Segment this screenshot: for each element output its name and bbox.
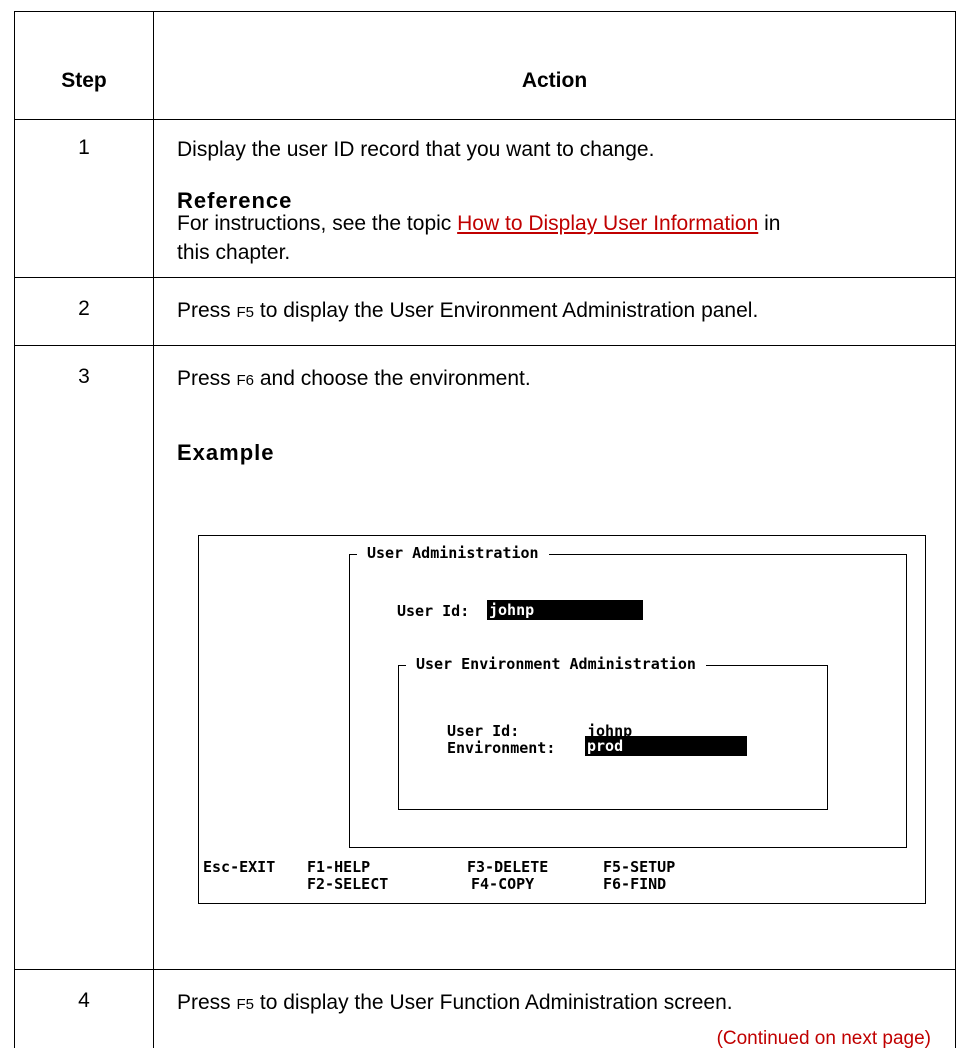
step-text: Press F5 to display the User Environment… (177, 297, 758, 327)
step-text-post: to display the User Environment Administ… (254, 299, 759, 322)
f4-copy-key[interactable]: F4-COPY (471, 875, 534, 893)
function-key: F5 (236, 304, 255, 321)
column-divider (153, 12, 154, 1048)
step-text-pre: Press (177, 299, 237, 322)
example-heading: Example (177, 440, 275, 465)
reference-text-pre: For instructions, see the topic (177, 212, 458, 235)
environment-field[interactable]: prod (585, 736, 747, 756)
user-id-field[interactable]: johnp (487, 600, 643, 620)
reference-link[interactable]: How to Display User Information (457, 212, 758, 235)
reference-text: For instructions, see the topic How to D… (177, 210, 780, 238)
step-number: 1 (78, 136, 90, 159)
step-text-pre: Press (177, 991, 237, 1014)
user-id-label: User Id: (397, 602, 470, 620)
header-divider (15, 119, 955, 120)
terminal-screen: User Administration User Id: johnp User … (198, 535, 926, 904)
reference-text-line2: this chapter. (177, 241, 291, 264)
step-text: Display the user ID record that you want… (177, 138, 655, 161)
step-number: 4 (78, 989, 90, 1012)
step-text: Press F5 to display the User Function Ad… (177, 989, 733, 1019)
step-text-pre: Press (177, 367, 237, 390)
esc-exit-key[interactable]: Esc-EXIT (203, 858, 275, 876)
f2-select-key[interactable]: F2-SELECT (307, 875, 388, 893)
action-column-header: Action (521, 69, 588, 92)
f3-delete-key[interactable]: F3-DELETE (467, 858, 548, 876)
function-key: F6 (236, 372, 255, 389)
inner-user-id-label: User Id: (447, 722, 520, 740)
step-column-header: Step (61, 69, 107, 92)
row-divider (15, 345, 955, 346)
user-administration-title: User Administration (357, 544, 549, 562)
row-divider (15, 969, 955, 970)
f6-find-key[interactable]: F6-FIND (603, 875, 666, 893)
reference-text-post: in (758, 212, 781, 235)
step-text: Press F6 and choose the environment. (177, 365, 531, 395)
step-number: 3 (78, 365, 90, 388)
step-number: 2 (78, 297, 90, 320)
function-key: F5 (236, 996, 255, 1013)
f5-setup-key[interactable]: F5-SETUP (603, 858, 675, 876)
environment-label: Environment: (447, 739, 556, 757)
user-environment-title: User Environment Administration (406, 655, 706, 673)
step-text-post: to display the User Function Administrat… (254, 991, 733, 1014)
f1-help-key[interactable]: F1-HELP (307, 858, 370, 876)
step-text-post: and choose the environment. (254, 367, 531, 390)
row-divider (15, 277, 955, 278)
continued-note: (Continued on next page) (716, 1028, 931, 1049)
